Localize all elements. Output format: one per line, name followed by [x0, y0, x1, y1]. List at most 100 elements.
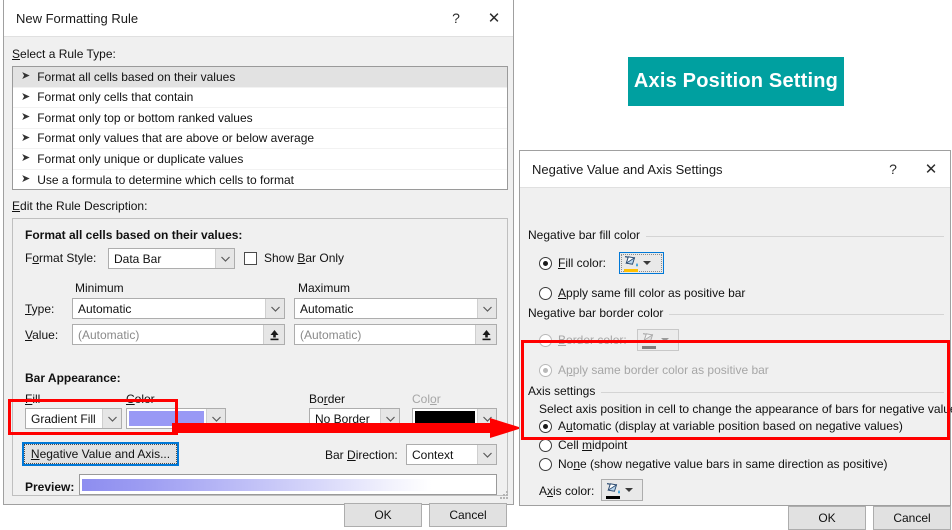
bar-direction-combo[interactable]: Context	[406, 444, 497, 465]
show-bar-only-checkbox[interactable]	[244, 252, 257, 265]
chevron-down-icon[interactable]	[215, 249, 234, 268]
type-maximum-combo[interactable]: Automatic	[294, 298, 497, 319]
show-bar-only-label: Show Bar Only	[264, 251, 345, 265]
type-minimum-combo[interactable]: Automatic	[72, 298, 285, 319]
group-caption: Negative bar border color	[528, 306, 670, 320]
resize-grip[interactable]	[498, 489, 510, 501]
fill-color-radio[interactable]	[539, 257, 552, 270]
banner-label: Axis Position Setting	[633, 70, 839, 92]
rule-type-label: Use a formula to determine which cells t…	[37, 172, 294, 187]
chevron-down-icon[interactable]	[102, 409, 121, 428]
rule-type-item-4[interactable]: ➤ Format only unique or duplicate values	[13, 149, 507, 170]
rule-type-label: Format only top or bottom ranked values	[37, 110, 253, 125]
value-minimum-text: (Automatic)	[78, 327, 140, 342]
negative-fill-color-button[interactable]	[619, 252, 664, 274]
value-label: Value:	[25, 328, 59, 342]
fill-color-label: Color	[126, 392, 155, 406]
rule-description-panel: Format all cells based on their values: …	[12, 218, 508, 496]
selected-color-bar	[642, 345, 656, 349]
negative-border-color-button	[637, 329, 679, 351]
format-style-combo[interactable]: Data Bar	[108, 248, 235, 269]
fill-type-combo[interactable]: Gradient Fill	[25, 408, 122, 429]
bar-direction-value: Context	[412, 447, 454, 462]
negative-bar-border-color-group: Negative bar border color	[528, 306, 944, 320]
chevron-down-icon[interactable]	[265, 299, 284, 318]
close-icon[interactable]: ✕	[912, 151, 950, 187]
border-color-label: Color	[412, 392, 441, 406]
paint-bucket-icon	[641, 332, 658, 349]
selected-color-bar	[624, 268, 638, 272]
arrow-bullet-icon: ➤	[21, 152, 31, 165]
apply-same-fill-label: Apply same fill color as positive bar	[558, 286, 746, 300]
close-icon[interactable]: ✕	[475, 0, 513, 36]
value-minimum-input[interactable]: (Automatic)	[72, 324, 285, 345]
minimum-header: Minimum	[75, 281, 124, 295]
selected-color-bar	[606, 495, 620, 499]
axis-color-button[interactable]	[601, 479, 643, 501]
axis-position-setting-banner: Axis Position Setting	[628, 57, 844, 106]
cancel-button[interactable]: Cancel	[873, 506, 951, 530]
preview-data-bar	[82, 478, 433, 491]
border-label: Border	[309, 392, 346, 406]
caret-down-icon	[661, 338, 669, 342]
chevron-down-icon[interactable]	[477, 445, 496, 464]
type-maximum-value: Automatic	[300, 301, 354, 316]
axis-option-automatic-label: Automatic (display at variable position …	[558, 419, 903, 433]
axis-settings-hint: Select axis position in cell to change t…	[539, 402, 952, 416]
rule-type-item-2[interactable]: ➤ Format only top or bottom ranked value…	[13, 108, 507, 129]
edit-rule-description-label: Edit the Rule Description:	[12, 199, 148, 213]
rule-type-item-5[interactable]: ➤ Use a formula to determine which cells…	[13, 170, 507, 190]
type-label: Type:	[25, 302, 55, 316]
rule-type-item-1[interactable]: ➤ Format only cells that contain	[13, 88, 507, 108]
caret-down-icon[interactable]	[625, 488, 633, 492]
help-icon[interactable]: ?	[437, 0, 475, 36]
axis-option-cell-midpoint-label: Cell midpoint	[558, 438, 628, 452]
rule-type-item-3[interactable]: ➤ Format only values that are above or b…	[13, 129, 507, 149]
cancel-button[interactable]: Cancel	[429, 503, 507, 527]
collapse-dialog-icon[interactable]	[263, 325, 284, 344]
paint-bucket-icon	[623, 255, 640, 272]
caret-down-icon[interactable]	[643, 261, 651, 265]
preview-label: Preview:	[25, 480, 75, 494]
negative-value-axis-settings-dialog: Negative Value and Axis Settings ? ✕ Neg…	[519, 150, 952, 530]
dialog-title: Negative Value and Axis Settings	[532, 161, 723, 177]
type-minimum-value: Automatic	[78, 301, 132, 316]
arrow-bullet-icon: ➤	[21, 131, 31, 144]
axis-option-none-label: None (show negative value bars in same d…	[558, 457, 888, 471]
negative-bar-fill-color-group: Negative bar fill color	[528, 228, 944, 242]
value-maximum-input[interactable]: (Automatic)	[294, 324, 497, 345]
border-color-radio-label: Border color:	[558, 333, 627, 347]
arrow-bullet-icon: ➤	[21, 173, 31, 186]
fill-color-radio-label: Fill color:	[558, 256, 607, 270]
group-caption: Negative bar fill color	[528, 228, 647, 242]
rule-description-heading: Format all cells based on their values:	[25, 228, 243, 242]
help-icon[interactable]: ?	[874, 151, 912, 187]
arrow-bullet-icon: ➤	[21, 111, 31, 124]
axis-option-none-radio[interactable]	[539, 458, 552, 471]
cancel-label: Cancel	[893, 511, 931, 525]
select-rule-type-label: Select a Rule Type:	[12, 47, 116, 61]
collapse-dialog-icon[interactable]	[475, 325, 496, 344]
format-style-value: Data Bar	[114, 251, 162, 266]
paint-bucket-icon	[605, 482, 622, 499]
axis-settings-group: Axis settings	[528, 384, 944, 398]
value-maximum-text: (Automatic)	[300, 327, 362, 342]
ok-button[interactable]: OK	[344, 503, 422, 527]
ok-button[interactable]: OK	[788, 506, 866, 530]
maximum-header: Maximum	[298, 281, 351, 295]
chevron-down-icon[interactable]	[477, 299, 496, 318]
rule-type-listbox[interactable]: ➤ Format all cells based on their values…	[12, 66, 508, 190]
axis-option-automatic-radio[interactable]	[539, 420, 552, 433]
apply-same-border-label: Apply same border color as positive bar	[558, 363, 769, 377]
apply-same-border-radio	[539, 364, 552, 377]
fill-label: Fill	[25, 392, 41, 406]
negative-value-and-axis-button[interactable]: Negative Value and Axis...	[22, 442, 179, 466]
apply-same-fill-radio[interactable]	[539, 287, 552, 300]
axis-option-cell-midpoint-radio[interactable]	[539, 439, 552, 452]
dialog-title: New Formatting Rule	[16, 10, 139, 26]
cancel-label: Cancel	[449, 508, 487, 522]
annotation-arrow	[172, 416, 522, 442]
dialog-titlebar: New Formatting Rule ? ✕	[4, 0, 513, 37]
border-color-radio	[539, 334, 552, 347]
rule-type-item-0[interactable]: ➤ Format all cells based on their values	[13, 67, 507, 88]
